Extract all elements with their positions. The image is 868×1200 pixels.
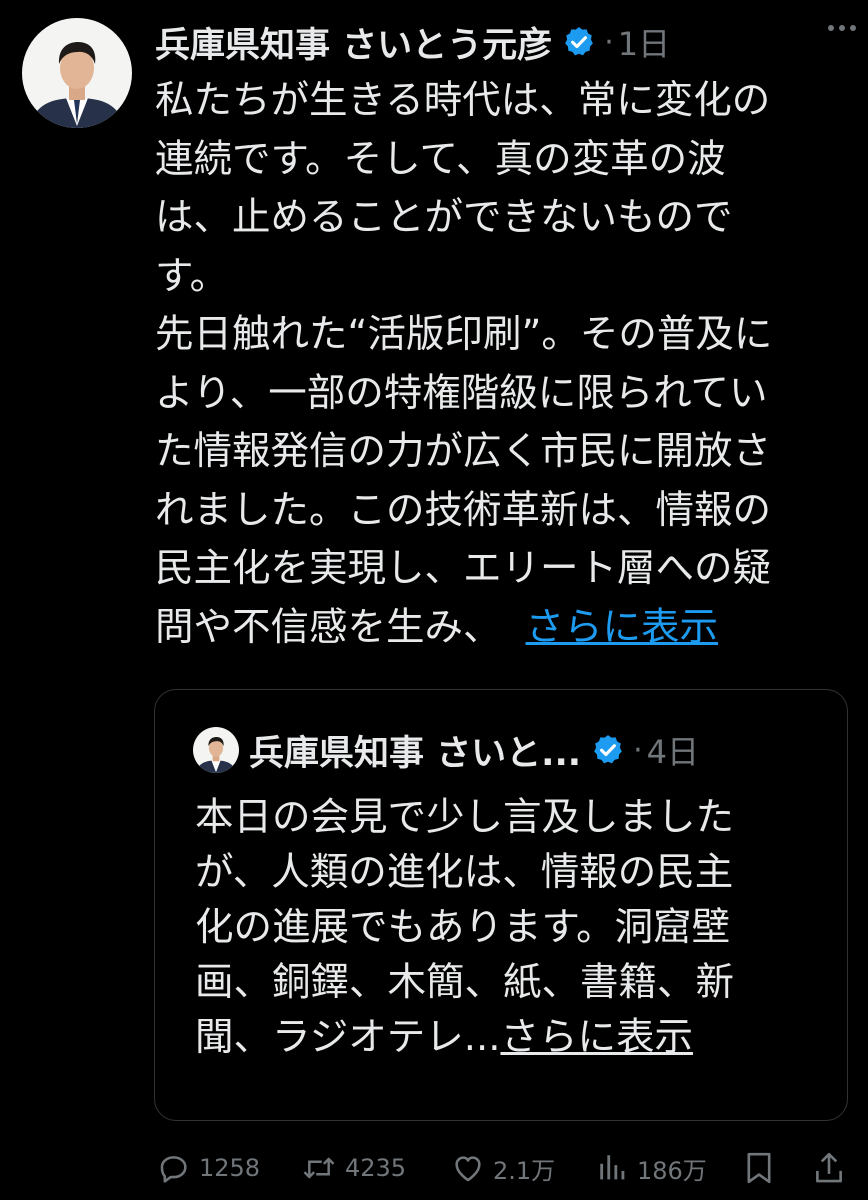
post-last-line: 問や不信感を生み、 さらに表示: [155, 599, 845, 658]
quote-author-name: 兵庫県知事 さいと...: [249, 733, 582, 774]
action-bar: 1258 4235 2.1万 186万: [155, 1146, 855, 1190]
post-line: 先日触れた“活版印刷”。その普及に: [155, 312, 773, 357]
separator-dot: ·: [633, 732, 643, 768]
share-button[interactable]: [813, 1146, 845, 1190]
quote-line: 画、銅鐸、木簡、紙、書籍、新: [195, 960, 735, 1005]
views-count: 186万: [637, 1156, 707, 1185]
post-line: 民主化を実現し、エリート層への疑: [155, 546, 772, 591]
post-line: た情報発信の力が広く市民に開放さ: [155, 429, 772, 474]
post-line: 連続です。そして、真の変革の波: [155, 136, 726, 182]
quoted-post[interactable]: 兵庫県知事 さいと... · 4日 本日の会見で少し言及しました が、人類の進化…: [154, 689, 848, 1121]
reply-button[interactable]: 1258: [157, 1146, 260, 1190]
repost-button[interactable]: 4235: [301, 1146, 406, 1190]
separator-dot: ·: [604, 24, 614, 60]
quote-show-more-link[interactable]: さらに表示: [500, 1015, 693, 1060]
post-line: より、一部の特権階級に限られてい: [155, 370, 768, 416]
reply-icon: [157, 1151, 191, 1185]
post-body: 私たちが生きる時代は、常に変化の 連続です。そして、真の変革の波 は、止めること…: [155, 72, 845, 657]
quote-line: 本日の会見で少し言及しました: [195, 795, 735, 840]
quote-body: 本日の会見で少し言及しました が、人類の進化は、情報の民主 化の進展でもあります…: [195, 790, 835, 1065]
share-icon: [813, 1150, 845, 1186]
repost-icon: [301, 1151, 337, 1185]
quote-line: が、人類の進化は、情報の民主: [195, 850, 734, 895]
post-line: は、止めることができないもので: [155, 195, 733, 240]
like-button[interactable]: 2.1万: [451, 1146, 555, 1190]
quote-line: 化の進展でもあります。洞窟壁: [195, 905, 731, 950]
quote-time: 4日: [646, 733, 699, 771]
quote-last-line: 聞、ラジオテレ...さらに表示: [195, 1010, 835, 1065]
author-name[interactable]: 兵庫県知事 さいとう元彦: [155, 17, 552, 68]
post-line: れました。この技術革新は、情報の: [155, 487, 772, 533]
post-line-text: 問や不信感を生み、: [155, 604, 502, 650]
like-icon: [451, 1151, 485, 1185]
verified-badge-icon: [591, 733, 625, 767]
quote-line-text: 聞、ラジオテレ...: [195, 1015, 501, 1060]
views-button[interactable]: 186万: [597, 1146, 707, 1190]
quote-header: 兵庫県知事 さいと... · 4日: [193, 720, 827, 780]
verified-badge-icon: [562, 25, 596, 59]
post-time[interactable]: 1日: [618, 19, 670, 65]
bookmark-button[interactable]: [743, 1146, 775, 1190]
quote-author-avatar: [193, 727, 239, 773]
post-line: す。: [155, 253, 229, 299]
author-avatar[interactable]: [22, 18, 132, 128]
repost-count: 4235: [345, 1154, 407, 1182]
reply-count: 1258: [199, 1154, 261, 1182]
show-more-link[interactable]: さらに表示: [526, 605, 719, 650]
views-icon: [597, 1151, 629, 1185]
like-count: 2.1万: [493, 1156, 556, 1185]
post-header: 兵庫県知事 さいとう元彦 · 1日: [155, 14, 848, 70]
post-line: 私たちが生きる時代は、常に変化の: [155, 78, 771, 123]
bookmark-icon: [743, 1150, 775, 1186]
more-icon[interactable]: [822, 10, 862, 46]
